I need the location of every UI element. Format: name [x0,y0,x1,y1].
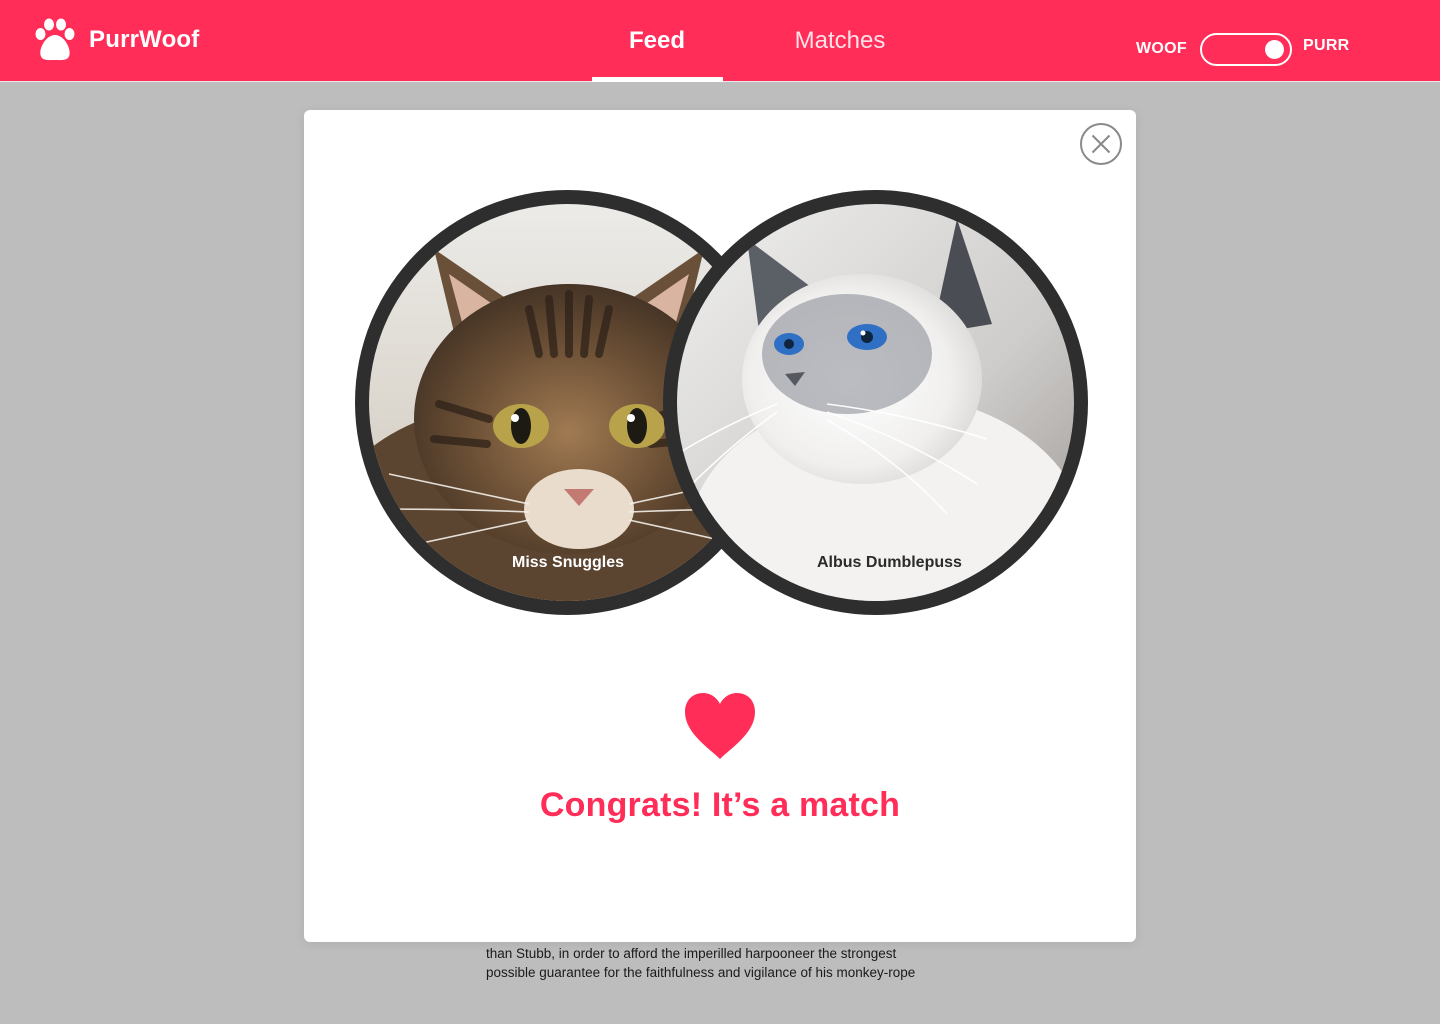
feed-text-line: than Stubb, in order to afford the imper… [486,946,897,961]
woof-label: WOOF [1136,40,1187,57]
pet-name-label: Miss Snuggles [512,554,625,571]
heart-icon [685,693,755,759]
brand-logo[interactable]: PurrWoof [34,18,199,62]
feed-text-line: possible guarantee for the faithfulness … [486,965,916,980]
match-modal: Miss Snuggles Albus Dumblepuss Congrats!… [304,110,1136,942]
top-navigation-bar: PurrWoof Feed Matches WOOF PURR [0,0,1440,82]
tab-matches[interactable]: Matches [770,0,910,82]
tab-feed[interactable]: Feed [592,0,722,82]
brand-name: PurrWoof [89,26,200,53]
pet-name-label: Albus Dumblepuss [817,554,962,571]
toggle-knob[interactable] [1265,40,1284,59]
feed-post-text: than Stubb, in order to afford the imper… [486,944,966,982]
match-message: Congrats! It’s a match [539,786,901,824]
species-toggle-switch[interactable] [1200,33,1292,66]
purr-label: PURR [1303,37,1350,54]
active-tab-indicator [592,77,723,82]
pet-avatar-albus-dumblepuss[interactable] [663,190,1088,615]
paw-icon [35,18,75,61]
white-cat-photo [677,204,1074,601]
matched-pets: Miss Snuggles Albus Dumblepuss [304,110,1136,630]
